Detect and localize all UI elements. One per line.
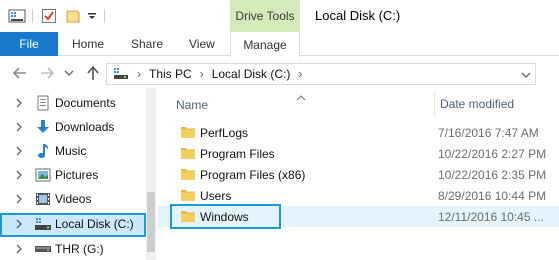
tab-share[interactable]: Share [131, 32, 163, 56]
pictures-icon [35, 168, 51, 182]
nav-item-label: Videos [55, 192, 92, 206]
nav-item-videos[interactable]: Videos [0, 188, 146, 210]
expand-chevron-icon[interactable] [14, 97, 24, 109]
expand-chevron-icon[interactable] [14, 169, 24, 181]
nav-item-label: THR (G:) [55, 242, 104, 256]
breadcrumb-chevron-icon[interactable]: › [200, 67, 204, 81]
breadcrumb-chevron-icon[interactable]: › [137, 67, 141, 81]
file-name: Program Files (x86) [200, 168, 306, 182]
nav-item-thr-drive[interactable]: THR (G:) [0, 238, 146, 260]
forward-icon[interactable] [37, 64, 57, 82]
file-date: 10/22/2016 2:35 PM [438, 168, 547, 182]
nav-item-label: Downloads [55, 120, 115, 134]
highlight-outline [170, 204, 281, 229]
folder-icon [8, 7, 26, 25]
nav-item-local-disk[interactable]: Local Disk (C:) [0, 213, 146, 237]
nav-item-music[interactable]: Music [0, 140, 146, 162]
file-name: Users [200, 189, 232, 203]
expand-chevron-icon[interactable] [14, 218, 24, 230]
ribbon-tabs: File Home Share View Manage [0, 32, 559, 57]
tab-file[interactable]: File [0, 32, 58, 56]
nav-item-label: Documents [55, 96, 116, 110]
separator [32, 9, 33, 23]
nav-item-pictures[interactable]: Pictures [0, 164, 146, 186]
scrollbar-thumb[interactable] [147, 192, 155, 252]
table-row[interactable]: Users 8/29/2016 10:44 PM [158, 185, 559, 206]
folder-icon [181, 148, 195, 159]
tab-view[interactable]: View [189, 32, 215, 56]
expand-chevron-icon[interactable] [14, 193, 24, 205]
breadcrumb-this-pc[interactable]: This PC [149, 67, 192, 81]
expand-chevron-icon[interactable] [14, 243, 24, 255]
nav-item-label: Local Disk (C:) [55, 217, 134, 231]
folder-icon [181, 190, 195, 201]
window-title: Local Disk (C:) [315, 8, 401, 23]
folder-icon [181, 127, 195, 138]
table-row[interactable]: Program Files (x86) 10/22/2016 2:35 PM [158, 164, 559, 185]
customize-toolbar-chevron-icon[interactable] [86, 7, 98, 25]
sort-ascending-icon [296, 90, 306, 104]
table-row[interactable]: Program Files 10/22/2016 2:27 PM [158, 143, 559, 164]
nav-item-documents[interactable]: Documents [0, 92, 146, 114]
drive-tools-contextual-tab: Drive Tools [230, 0, 300, 32]
tab-manage[interactable]: Manage [230, 32, 300, 57]
drive-icon [35, 246, 51, 252]
downloads-icon [37, 120, 49, 133]
column-header-name[interactable]: Name [176, 98, 208, 112]
music-icon [38, 144, 49, 158]
address-row: › This PC › Local Disk (C:) › [0, 58, 559, 88]
column-header-date-modified[interactable]: Date modified [440, 97, 514, 111]
up-icon[interactable] [84, 64, 102, 82]
expand-chevron-icon[interactable] [14, 121, 24, 133]
videos-icon [36, 193, 50, 205]
title-bar: Drive Tools Local Disk (C:) [0, 0, 559, 32]
nav-item-downloads[interactable]: Downloads [0, 116, 146, 138]
local-disk-icon [35, 218, 51, 230]
back-icon[interactable] [10, 64, 30, 82]
file-date: 7/16/2016 7:47 AM [438, 126, 539, 140]
column-divider[interactable] [434, 92, 435, 116]
new-folder-icon[interactable] [64, 7, 82, 25]
file-name: PerfLogs [200, 126, 249, 140]
column-headers: Name Date modified [158, 88, 559, 118]
tab-home[interactable]: Home [72, 32, 104, 56]
file-date: 10/22/2016 2:27 PM [438, 147, 547, 161]
file-date: 8/29/2016 10:44 PM [438, 189, 547, 203]
breadcrumb-chevron-icon[interactable]: › [298, 67, 302, 81]
documents-icon [37, 95, 49, 111]
table-row[interactable]: PerfLogs 7/16/2016 7:47 AM [158, 122, 559, 143]
recent-locations-chevron-icon[interactable] [62, 64, 76, 82]
navigation-pane: Documents Downloads Music Pictures Video… [0, 88, 156, 260]
nav-item-label: Pictures [55, 168, 99, 182]
address-bar[interactable]: › This PC › Local Disk (C:) › [106, 63, 536, 85]
breadcrumb-local-disk[interactable]: Local Disk (C:) [212, 67, 291, 81]
address-dropdown-chevron-icon[interactable] [521, 68, 531, 82]
separator [104, 9, 105, 23]
nav-pane-scrollbar[interactable] [146, 88, 156, 260]
file-date: 12/11/2016 10:45 ... [438, 210, 544, 224]
folder-icon [181, 169, 195, 180]
file-name: Program Files [200, 147, 275, 161]
expand-chevron-icon[interactable] [14, 145, 24, 157]
properties-icon[interactable] [40, 7, 58, 25]
computer-icon [113, 67, 129, 81]
file-list: Name Date modified PerfLogs 7/16/2016 7:… [158, 88, 559, 260]
nav-item-label: Music [55, 144, 87, 158]
